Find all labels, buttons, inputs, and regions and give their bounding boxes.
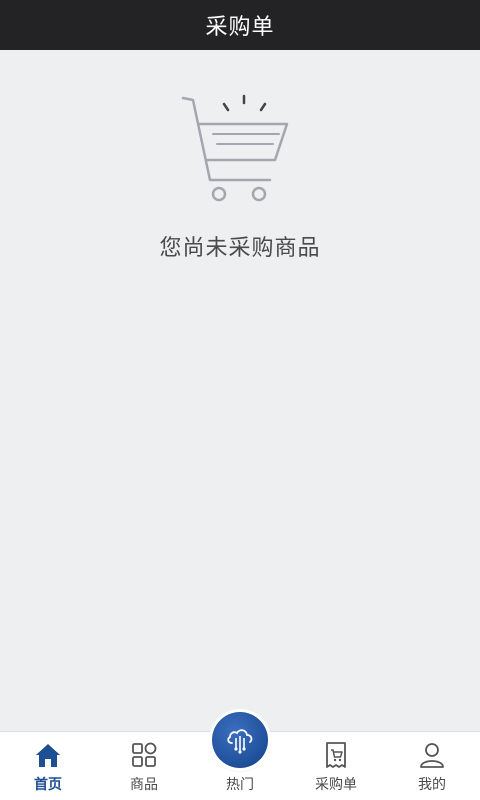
app-screen: 采购单 您尚未采购商品 首页 商品 热门 采购单 我的	[0, 0, 480, 800]
tab-hot[interactable]: 热门	[192, 712, 288, 800]
user-icon	[420, 743, 444, 768]
purchase-order-icon	[326, 742, 346, 768]
page-title: 采购单	[205, 15, 275, 40]
hot-center-button[interactable]	[212, 712, 268, 768]
top-bar: 采购单	[0, 0, 480, 50]
tab-home-label: 首页	[34, 777, 62, 793]
tab-hot-label: 热门	[226, 777, 254, 793]
tab-home[interactable]: 首页	[0, 732, 96, 800]
home-icon	[36, 744, 60, 767]
grid-icon	[132, 742, 157, 767]
cloud-network-icon	[227, 729, 253, 754]
tab-products-label: 商品	[130, 777, 158, 793]
shopping-cart-icon	[181, 94, 289, 202]
tab-purchase-order[interactable]: 采购单	[288, 732, 384, 800]
content-area: 您尚未采购商品	[0, 50, 480, 732]
empty-message: 您尚未采购商品	[159, 236, 321, 261]
empty-state: 您尚未采购商品	[0, 90, 480, 262]
tab-mine-label: 我的	[418, 777, 446, 793]
tab-purchase-order-label: 采购单	[315, 777, 357, 793]
tab-products[interactable]: 商品	[96, 732, 192, 800]
tab-mine[interactable]: 我的	[384, 732, 480, 800]
bottom-tab-bar: 首页 商品 热门 采购单 我的	[0, 712, 480, 800]
